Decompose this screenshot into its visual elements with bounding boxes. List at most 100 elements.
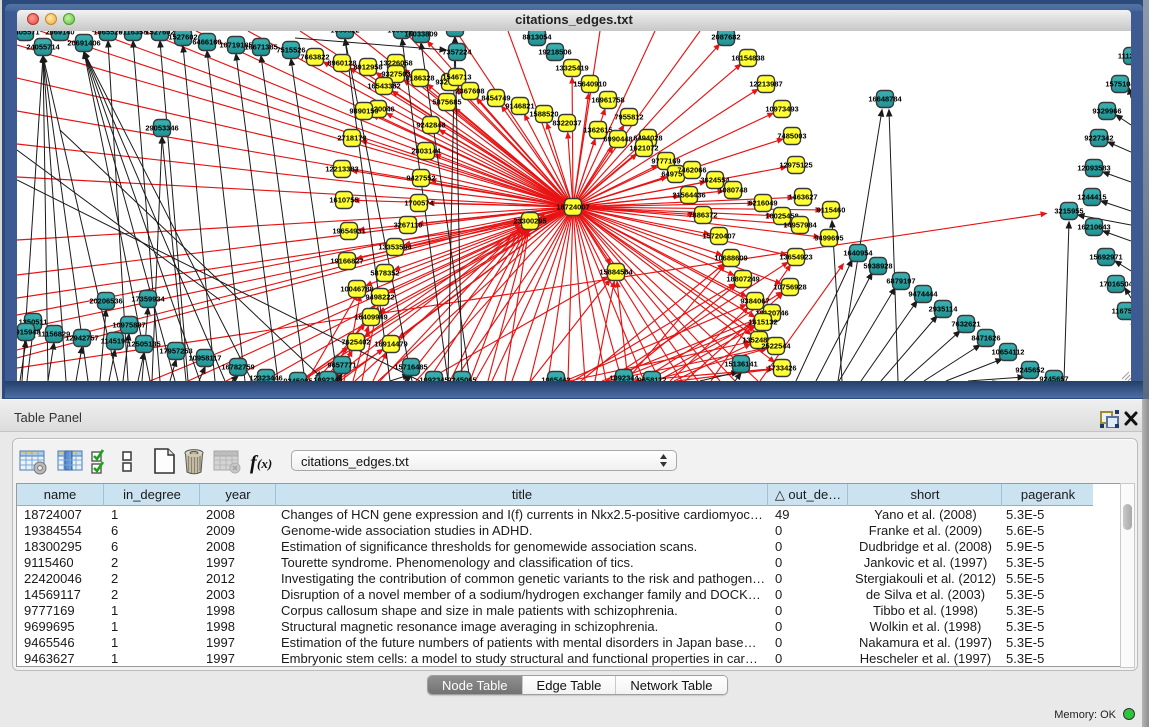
svg-text:9242848: 9242848 (416, 121, 445, 130)
svg-text:8813054: 8813054 (440, 31, 470, 33)
svg-text:2087682: 2087682 (711, 33, 740, 42)
svg-text:8186328: 8186328 (405, 74, 434, 83)
svg-text:7663822: 7663822 (300, 53, 329, 62)
svg-text:16961758: 16961758 (591, 96, 624, 105)
svg-text:9245065: 9245065 (283, 377, 312, 382)
svg-text:1610755: 1610755 (329, 196, 358, 205)
svg-text:21564436: 21564436 (672, 191, 705, 200)
svg-text:9245652: 9245652 (1015, 366, 1044, 375)
svg-text:8960128: 8960128 (327, 59, 356, 68)
svg-text:10973493: 10973493 (765, 105, 798, 114)
svg-text:10688609: 10688609 (714, 254, 747, 263)
svg-text:13654923: 13654923 (779, 253, 812, 262)
svg-text:23300295: 23300295 (513, 217, 546, 226)
svg-text:1588520: 1588520 (529, 110, 558, 119)
svg-text:1080748: 1080748 (718, 186, 747, 195)
svg-text:7886372: 7886372 (688, 211, 717, 220)
svg-text:12093583: 12093583 (1077, 164, 1110, 173)
svg-text:1700574: 1700574 (404, 199, 434, 208)
svg-text:2367608: 2367608 (455, 87, 484, 96)
svg-text:5875685: 5875685 (432, 98, 461, 107)
svg-text:15692971: 15692971 (1089, 253, 1122, 262)
svg-text:7955812: 7955812 (614, 113, 643, 122)
svg-text:1463627: 1463627 (788, 193, 817, 202)
svg-text:1615132: 1615132 (748, 318, 777, 327)
svg-text:1640954: 1640954 (843, 249, 873, 258)
svg-text:1167533: 1167533 (1112, 307, 1131, 316)
svg-text:1575104: 1575104 (1105, 80, 1131, 89)
svg-text:9777169: 9777169 (651, 157, 680, 166)
svg-text:16671385: 16671385 (244, 43, 277, 52)
svg-text:1145194: 1145194 (101, 337, 131, 346)
svg-text:9890159: 9890159 (349, 107, 378, 116)
svg-text:9245065: 9245065 (447, 376, 476, 382)
svg-text:9427552: 9427552 (406, 174, 435, 183)
svg-text:1112763: 1112763 (1118, 52, 1131, 61)
svg-text:9245657: 9245657 (1039, 375, 1068, 382)
svg-text:10958117: 10958117 (189, 354, 222, 363)
svg-text:16648784: 16648784 (868, 95, 902, 104)
svg-text:12323446: 12323446 (249, 374, 282, 382)
svg-text:7462066: 7462066 (677, 166, 706, 175)
svg-text:19654931: 19654931 (332, 227, 365, 236)
svg-text:9227342: 9227342 (1084, 134, 1113, 143)
svg-text:15136141: 15136141 (724, 360, 757, 369)
svg-text:16543382: 16543382 (367, 82, 400, 91)
svg-text:29053346: 29053346 (145, 124, 178, 133)
svg-text:9474444: 9474444 (908, 290, 938, 299)
svg-text:20206536: 20206536 (89, 297, 122, 306)
svg-text:16409949: 16409949 (354, 313, 387, 322)
svg-text:9658112: 9658112 (638, 376, 667, 382)
svg-text:10975887: 10975887 (112, 321, 145, 330)
svg-text:12213987: 12213987 (749, 80, 782, 89)
svg-text:15720407: 15720407 (702, 232, 735, 241)
svg-text:1733426: 1733426 (767, 364, 796, 373)
svg-text:18807249: 18807249 (726, 275, 759, 284)
svg-text:(x): (x) (257, 456, 272, 471)
svg-text:15640910: 15640910 (573, 80, 606, 89)
svg-text:14957984: 14957984 (783, 221, 817, 230)
svg-text:6466160: 6466160 (192, 38, 221, 47)
svg-text:5938928: 5938928 (863, 262, 892, 271)
svg-text:1405571: 1405571 (17, 31, 40, 37)
svg-text:12505135: 12505135 (127, 340, 160, 349)
svg-text:16782759: 16782759 (221, 363, 254, 372)
svg-text:19218506: 19218506 (538, 48, 571, 57)
svg-text:9116358: 9116358 (119, 31, 148, 37)
svg-text:15716485: 15716485 (394, 363, 427, 372)
svg-text:13325419: 13325419 (555, 64, 588, 73)
svg-text:12213383: 12213383 (325, 165, 358, 174)
svg-text:6879197: 6879197 (886, 277, 915, 286)
svg-text:5878352: 5878352 (370, 269, 399, 278)
svg-text:1244415: 1244415 (1077, 193, 1106, 202)
svg-text:9115460: 9115460 (817, 206, 846, 215)
svg-text:2522544: 2522544 (761, 342, 791, 351)
svg-text:6990448: 6990448 (603, 135, 632, 144)
svg-text:2069140: 2069140 (45, 31, 74, 37)
svg-text:2935114: 2935114 (929, 305, 959, 314)
svg-text:9499695: 9499695 (814, 234, 843, 243)
svg-text:9498222: 9498222 (365, 293, 394, 302)
svg-text:12975125: 12975125 (779, 161, 812, 170)
svg-text:15884564: 15884564 (599, 268, 633, 277)
svg-text:8471626: 8471626 (971, 334, 1000, 343)
svg-text:9657771: 9657771 (327, 361, 356, 370)
svg-text:1092345: 1092345 (419, 376, 448, 382)
svg-text:18724007: 18724007 (556, 203, 589, 212)
svg-text:10756928: 10756928 (773, 283, 806, 292)
svg-text:24055714: 24055714 (26, 43, 60, 52)
svg-text:12942757: 12942757 (65, 334, 98, 343)
svg-text:8813054: 8813054 (522, 33, 552, 42)
svg-text:3267110: 3267110 (394, 221, 423, 230)
svg-text:1663822: 1663822 (330, 31, 359, 35)
svg-text:7485003: 7485003 (777, 132, 806, 141)
svg-text:8322037: 8322037 (552, 119, 581, 128)
svg-text:1362615: 1362615 (583, 126, 612, 135)
svg-text:1092344: 1092344 (609, 374, 639, 382)
svg-text:16210643: 16210643 (1077, 223, 1110, 232)
svg-text:16914479: 16914479 (374, 340, 407, 349)
svg-text:1065442: 1065442 (541, 376, 570, 382)
svg-text:7632621: 7632621 (951, 320, 980, 329)
svg-text:20691406: 20691406 (67, 39, 100, 48)
svg-text:10046788: 10046788 (340, 285, 373, 294)
